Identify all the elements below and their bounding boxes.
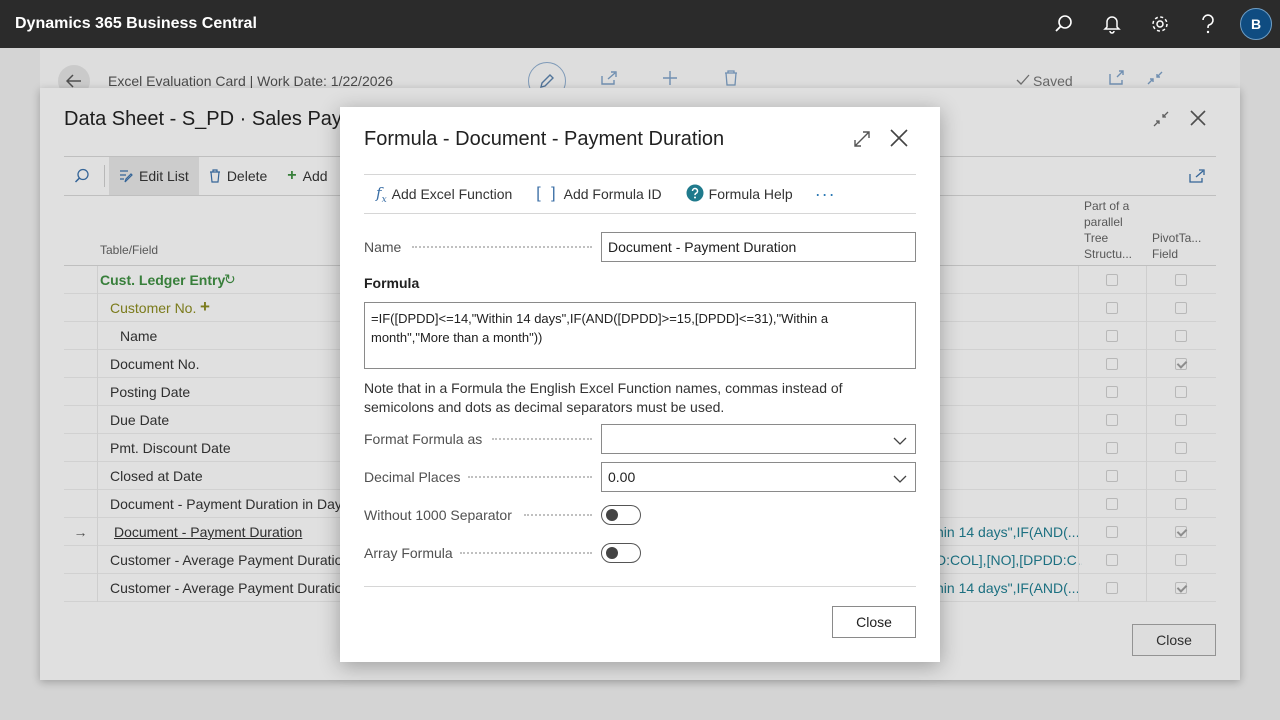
more-options-button[interactable]: ··· — [805, 184, 846, 205]
help-icon[interactable] — [1184, 0, 1232, 48]
search-icon[interactable] — [1040, 0, 1088, 48]
close-icon[interactable] — [888, 127, 910, 149]
app-title[interactable]: Dynamics 365 Business Central — [0, 15, 1040, 33]
name-label: Name — [364, 239, 402, 255]
without-separator-toggle[interactable] — [601, 505, 641, 525]
chevron-down-icon — [893, 433, 907, 449]
dialog-title: Formula - Document - Payment Duration — [364, 128, 725, 150]
decimal-places-value: 0.00 — [608, 469, 636, 485]
dialog-toolbar: fx Add Excel Function [ ] Add Formula ID… — [364, 174, 916, 214]
label-leader-dots — [492, 438, 592, 440]
formula-help-label: Formula Help — [708, 186, 793, 202]
label-leader-dots — [412, 246, 592, 248]
label-leader-dots — [468, 476, 592, 478]
function-icon: fx — [376, 183, 387, 205]
add-excel-function-label: Add Excel Function — [391, 186, 513, 202]
add-excel-function-button[interactable]: fx Add Excel Function — [364, 175, 524, 213]
name-input[interactable]: Document - Payment Duration — [601, 232, 916, 262]
decimal-places-select[interactable]: 0.00 — [601, 462, 916, 492]
without-separator-label: Without 1000 Separator — [364, 507, 512, 523]
chevron-down-icon — [893, 471, 907, 487]
formula-help-button[interactable]: Formula Help — [674, 175, 805, 213]
format-formula-select[interactable] — [601, 424, 916, 454]
decimal-places-row: Decimal Places 0.00 — [364, 462, 916, 492]
expand-icon[interactable] — [852, 129, 872, 149]
without-separator-row: Without 1000 Separator — [364, 500, 916, 530]
dialog-footer-divider — [364, 586, 916, 587]
array-formula-label: Array Formula — [364, 545, 453, 561]
avatar[interactable]: B — [1240, 8, 1272, 40]
bell-icon[interactable] — [1088, 0, 1136, 48]
add-formula-id-label: Add Formula ID — [563, 186, 662, 202]
formula-dialog: Formula - Document - Payment Duration fx… — [340, 107, 940, 662]
gear-icon[interactable] — [1136, 0, 1184, 48]
label-leader-dots — [524, 514, 592, 516]
format-formula-row: Format Formula as — [364, 424, 916, 454]
array-formula-row: Array Formula — [364, 538, 916, 568]
help-icon — [686, 184, 704, 205]
formula-label: Formula — [364, 275, 420, 291]
brackets-icon: [ ] — [536, 185, 559, 202]
decimal-places-label: Decimal Places — [364, 469, 461, 485]
add-formula-id-button[interactable]: [ ] Add Formula ID — [524, 175, 673, 213]
dialog-close-button[interactable]: Close — [832, 606, 916, 638]
formula-note: Note that in a Formula the English Excel… — [364, 380, 843, 415]
top-navigation-bar: Dynamics 365 Business Central B — [0, 0, 1280, 48]
formula-textarea[interactable]: =IF([DPDD]<=14,"Within 14 days",IF(AND([… — [364, 302, 916, 369]
array-formula-toggle[interactable] — [601, 543, 641, 563]
name-field-row: Name Document - Payment Duration — [364, 232, 916, 262]
label-leader-dots — [460, 552, 592, 554]
format-formula-label: Format Formula as — [364, 431, 483, 447]
